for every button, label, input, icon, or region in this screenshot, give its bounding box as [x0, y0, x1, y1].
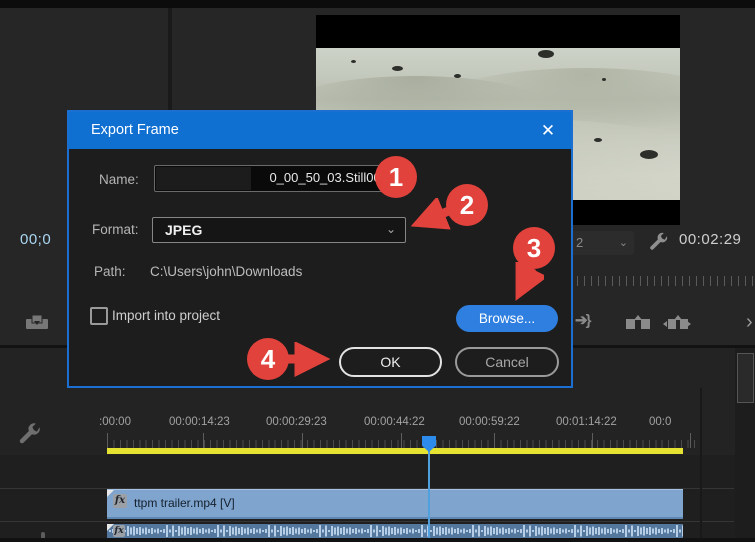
timeline-settings-wrench-icon[interactable] [16, 420, 42, 446]
timeline-bottom-strip [0, 538, 755, 542]
extract-icon[interactable] [662, 311, 692, 335]
work-area-bar[interactable] [107, 448, 683, 454]
ruler-label: :00:00 [99, 416, 131, 428]
ruler-major-tick [203, 433, 204, 448]
audio-waveform [109, 525, 683, 537]
timeline-ruler[interactable]: :00:00 00:00:14:23 00:00:29:23 00:00:44:22 0… [97, 416, 707, 432]
name-value: 0_00_50_03.Still001 [269, 170, 388, 185]
path-value: C:\Users\john\Downloads [150, 264, 303, 279]
timeline-vertical-scrollbar[interactable] [735, 348, 755, 542]
step-4-arrow [286, 342, 331, 377]
resolution-value: 2 [576, 235, 584, 250]
name-label: Name: [99, 172, 139, 187]
track-separator [0, 521, 734, 522]
import-into-project-label: Import into project [112, 308, 221, 323]
fx-badge: fx [113, 494, 127, 508]
ruler-label: 00:00:29:23 [266, 416, 327, 428]
rock [392, 66, 403, 71]
ruler-major-tick [302, 433, 303, 448]
playback-resolution-dropdown[interactable]: 2 ⌄ [568, 231, 634, 255]
ruler-label: 00:00:59:22 [459, 416, 520, 428]
lift-icon[interactable] [624, 311, 652, 335]
timeline-ruler-ticks [107, 435, 707, 448]
settings-wrench-icon[interactable] [647, 230, 669, 252]
ruler-major-tick [401, 433, 402, 448]
video-clip-label: ttpm trailer.mp4 [V] [134, 496, 235, 510]
ruler-label: 00:01:14:22 [556, 416, 617, 428]
ok-button[interactable]: OK [339, 347, 442, 377]
dialog-title: Export Frame [91, 122, 179, 138]
ruler-major-tick [592, 433, 593, 448]
scrollbar-thumb[interactable] [737, 353, 754, 403]
ruler-label: 00:00:44:22 [364, 416, 425, 428]
step-2-marker: 2 [446, 184, 488, 226]
rock [454, 74, 461, 78]
playhead-line [428, 438, 430, 542]
ruler-label: 00:00:14:23 [169, 416, 230, 428]
fx-badge: fx [113, 525, 125, 537]
dialog-titlebar[interactable]: Export Frame ✕ [69, 112, 571, 149]
cancel-button[interactable]: Cancel [455, 347, 559, 377]
monitor-scrub-bar[interactable] [570, 272, 755, 286]
rock [640, 150, 658, 159]
browse-button[interactable]: Browse... [456, 305, 558, 332]
step-4-marker: 4 [247, 338, 289, 380]
ruler-major-tick [494, 433, 495, 448]
path-label: Path: [94, 264, 126, 279]
import-into-project-checkbox[interactable] [90, 307, 108, 325]
chevron-down-icon: ⌄ [385, 222, 396, 236]
ruler-label: 00:0 [649, 416, 672, 428]
rock [594, 138, 602, 142]
format-value: JPEG [165, 222, 203, 238]
more-buttons-chevron-icon[interactable]: › [746, 311, 753, 334]
format-dropdown[interactable]: JPEG ⌄ [152, 217, 406, 243]
rock [602, 78, 606, 81]
ruler-major-tick [107, 433, 108, 448]
rock [538, 50, 554, 58]
program-monitor-controls: 2 ⌄ 00:02:29 [565, 228, 755, 258]
name-redacted-area [156, 167, 251, 190]
step-1-marker: 1 [375, 156, 417, 198]
video-clip[interactable]: fx ttpm trailer.mp4 [V] [107, 489, 683, 519]
chevron-down-icon: ⌄ [618, 237, 628, 249]
insert-icon[interactable]: ➔} [575, 311, 591, 329]
ruler-major-tick [690, 433, 691, 448]
timeline-edge-line [700, 388, 702, 542]
format-label: Format: [92, 222, 139, 237]
premiere-app-window: 2 ⌄ 00:02:29 00;0 ➔} ›:00:00 00:00:14:2… [0, 0, 755, 542]
sequence-duration-timecode: 00:02:29 [679, 231, 742, 248]
close-icon[interactable]: ✕ [537, 120, 559, 142]
audio-clip[interactable]: fx [107, 524, 683, 538]
window-top-strip [0, 0, 755, 8]
name-input[interactable]: 0_00_50_03.Still001 [154, 165, 394, 192]
step-3-marker: 3 [513, 227, 555, 269]
export-frame-icon[interactable] [24, 311, 50, 333]
rock [351, 60, 356, 63]
